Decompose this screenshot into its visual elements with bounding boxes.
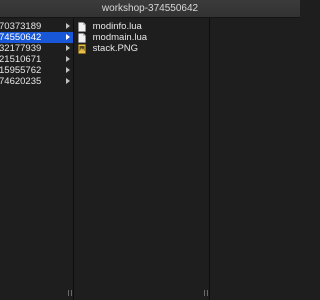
folder-item[interactable]: 70373189 bbox=[0, 21, 73, 32]
folder-item-label: 32177939 bbox=[0, 43, 42, 54]
column-resize-handle[interactable] bbox=[68, 290, 72, 296]
finder-window: workshop-374550642 70373189 74550642 321… bbox=[0, 0, 300, 300]
preview-column bbox=[210, 18, 300, 300]
folder-column: 70373189 74550642 32177939 21510671 1595… bbox=[0, 18, 74, 300]
folder-item-label: 21510671 bbox=[0, 54, 42, 65]
file-item[interactable]: modinfo.lua bbox=[74, 21, 209, 32]
chevron-right-icon bbox=[66, 45, 70, 51]
folder-item[interactable]: 21510671 bbox=[0, 54, 73, 65]
folder-item[interactable]: 15955762 bbox=[0, 65, 73, 76]
folder-item[interactable]: 74620235 bbox=[0, 76, 73, 87]
file-item-label: modmain.lua bbox=[92, 32, 148, 43]
lua-file-icon bbox=[78, 33, 86, 43]
lua-file-icon bbox=[78, 22, 86, 32]
chevron-right-icon bbox=[66, 23, 70, 29]
file-item[interactable]: modmain.lua bbox=[74, 32, 209, 43]
folder-item-label: 15955762 bbox=[0, 65, 42, 76]
folder-item-label: 74550642 bbox=[0, 32, 42, 43]
column-resize-handle[interactable] bbox=[204, 290, 208, 296]
file-item[interactable]: stack.PNG bbox=[74, 43, 209, 54]
png-image-icon bbox=[78, 44, 86, 54]
chevron-right-icon bbox=[66, 34, 70, 40]
column-browser: 70373189 74550642 32177939 21510671 1595… bbox=[0, 18, 300, 300]
window-title: workshop-374550642 bbox=[101, 3, 199, 14]
folder-item-label: 74620235 bbox=[0, 76, 42, 87]
file-item-label: modinfo.lua bbox=[92, 21, 142, 32]
chevron-right-icon bbox=[66, 56, 70, 62]
file-column: modinfo.lua modmain.lua stack.PNG bbox=[74, 18, 210, 300]
folder-item[interactable]: 32177939 bbox=[0, 43, 73, 54]
file-item-label: stack.PNG bbox=[92, 43, 139, 54]
folder-item-label: 70373189 bbox=[0, 21, 42, 32]
folder-item-selected[interactable]: 74550642 bbox=[0, 32, 73, 43]
title-bar[interactable]: workshop-374550642 bbox=[0, 0, 300, 18]
chevron-right-icon bbox=[66, 67, 70, 73]
chevron-right-icon bbox=[66, 78, 70, 84]
